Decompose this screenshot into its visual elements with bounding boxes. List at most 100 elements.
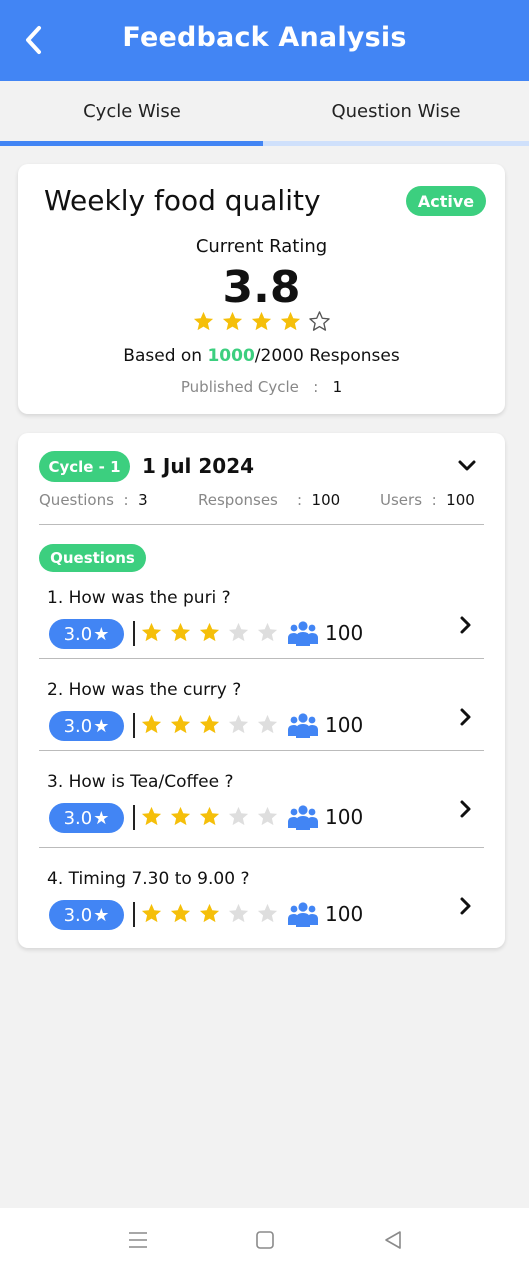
star-filled-icon — [199, 903, 220, 923]
star-empty-icon — [228, 714, 249, 734]
star-filled-icon — [222, 311, 243, 331]
home-square-icon[interactable] — [253, 1228, 277, 1252]
responses-meta-value: 100 — [311, 491, 341, 509]
published-cycle: Published Cycle : 1 — [18, 378, 505, 396]
cycle-badge: Cycle - 1 — [39, 451, 130, 482]
question-text: 1. How was the puri ? — [47, 588, 231, 608]
cycle-card: Cycle - 1 1 Jul 2024 Questions : 3 Respo… — [18, 433, 505, 948]
star-filled-icon — [141, 714, 162, 734]
star-icon: ★ — [93, 904, 110, 926]
star-empty-icon — [228, 806, 249, 826]
system-nav-bar — [0, 1208, 529, 1271]
question-response-count: 100 — [325, 621, 364, 645]
star-filled-icon — [170, 622, 191, 642]
question-row[interactable]: 3. How is Tea/Coffee ? 3.0 ★ 100 — [39, 772, 484, 852]
question-response-count: 100 — [325, 902, 364, 926]
question-stars — [140, 713, 279, 736]
question-response-count: 100 — [325, 713, 364, 737]
responses-meta-label: Responses — [198, 491, 278, 509]
question-rating-value: 3.0 — [63, 623, 93, 645]
star-filled-icon — [170, 714, 191, 734]
question-rating-badge: 3.0 ★ — [49, 711, 124, 741]
star-filled-icon — [280, 311, 301, 331]
question-row[interactable]: 1. How was the puri ? 3.0 ★ 100 — [39, 588, 484, 668]
star-filled-icon — [141, 806, 162, 826]
star-empty-icon — [257, 903, 278, 923]
page-title: Feedback Analysis — [122, 22, 407, 53]
star-empty-icon — [257, 622, 278, 642]
chevron-right-icon[interactable] — [458, 798, 474, 820]
question-row[interactable]: 4. Timing 7.30 to 9.00 ? 3.0 ★ 100 — [39, 869, 484, 949]
star-filled-icon — [141, 903, 162, 923]
published-label: Published Cycle — [180, 378, 299, 396]
tab-question-wise[interactable]: Question Wise — [264, 81, 528, 141]
star-icon: ★ — [93, 623, 110, 645]
star-filled-icon — [199, 714, 220, 734]
tab-indicator-track — [263, 141, 529, 146]
question-stars — [140, 805, 279, 828]
summary-card: Weekly food quality Active Current Ratin… — [18, 164, 505, 414]
active-tab-indicator — [0, 141, 263, 146]
users-group-icon — [288, 902, 318, 927]
menu-icon[interactable] — [126, 1228, 150, 1252]
star-filled-icon — [251, 311, 272, 331]
back-triangle-icon[interactable] — [381, 1228, 405, 1252]
star-empty-icon — [228, 622, 249, 642]
tab-bar: Cycle Wise Question Wise — [0, 81, 529, 147]
feedback-title: Weekly food quality — [44, 184, 321, 217]
tab-cycle-wise[interactable]: Cycle Wise — [0, 81, 264, 141]
responses-summary: Based on 1000/2000 Responses — [18, 346, 505, 366]
current-rating-value: 3.8 — [222, 262, 301, 313]
users-meta: Users : 100 — [380, 491, 475, 509]
star-filled-icon — [141, 622, 162, 642]
chevron-right-icon[interactable] — [458, 895, 474, 917]
users-group-icon — [288, 621, 318, 646]
question-text: 3. How is Tea/Coffee ? — [47, 772, 234, 792]
rating-separator — [133, 902, 135, 927]
users-meta-value: 100 — [446, 491, 475, 509]
chevron-down-icon[interactable] — [455, 456, 479, 476]
chevron-right-icon[interactable] — [458, 614, 474, 636]
star-icon: ★ — [93, 807, 110, 829]
question-rating-badge: 3.0 ★ — [49, 803, 124, 833]
divider — [39, 750, 484, 751]
divider — [39, 658, 484, 659]
cycle-date: 1 Jul 2024 — [142, 454, 255, 478]
star-empty-icon — [257, 714, 278, 734]
rating-separator — [133, 713, 135, 738]
based-on-prefix: Based on — [123, 346, 208, 366]
question-stars — [140, 902, 279, 925]
star-empty-icon — [257, 806, 278, 826]
star-icon: ★ — [93, 715, 110, 737]
question-rating-value: 3.0 — [63, 715, 93, 737]
question-rating-value: 3.0 — [63, 904, 93, 926]
responses-total: /2000 Responses — [254, 346, 400, 366]
responses-received: 1000 — [207, 346, 255, 366]
star-filled-icon — [199, 806, 220, 826]
question-rating-value: 3.0 — [63, 807, 93, 829]
rating-separator — [133, 621, 135, 646]
star-filled-icon — [193, 311, 214, 331]
status-badge: Active — [406, 186, 486, 216]
published-sep: : — [313, 378, 319, 396]
star-filled-icon — [170, 903, 191, 923]
questions-meta-label: Questions — [39, 491, 114, 509]
star-empty-icon — [309, 311, 330, 331]
meta-sep: : — [296, 491, 302, 509]
responses-meta: Responses : 100 — [198, 491, 340, 509]
question-rating-badge: 3.0 ★ — [49, 900, 124, 930]
question-text: 2. How was the curry ? — [47, 680, 242, 700]
chevron-right-icon[interactable] — [458, 706, 474, 728]
current-rating-label: Current Rating — [195, 236, 328, 257]
divider — [39, 524, 484, 525]
questions-meta: Questions : 3 — [39, 491, 148, 509]
question-stars — [140, 621, 279, 644]
published-value: 1 — [332, 378, 343, 396]
questions-badge: Questions — [39, 544, 146, 572]
questions-meta-value: 3 — [138, 491, 148, 509]
app-bar: Feedback Analysis — [0, 0, 529, 81]
rating-stars — [18, 310, 505, 333]
divider — [39, 847, 484, 848]
question-row[interactable]: 2. How was the curry ? 3.0 ★ 100 — [39, 680, 484, 760]
star-filled-icon — [170, 806, 191, 826]
